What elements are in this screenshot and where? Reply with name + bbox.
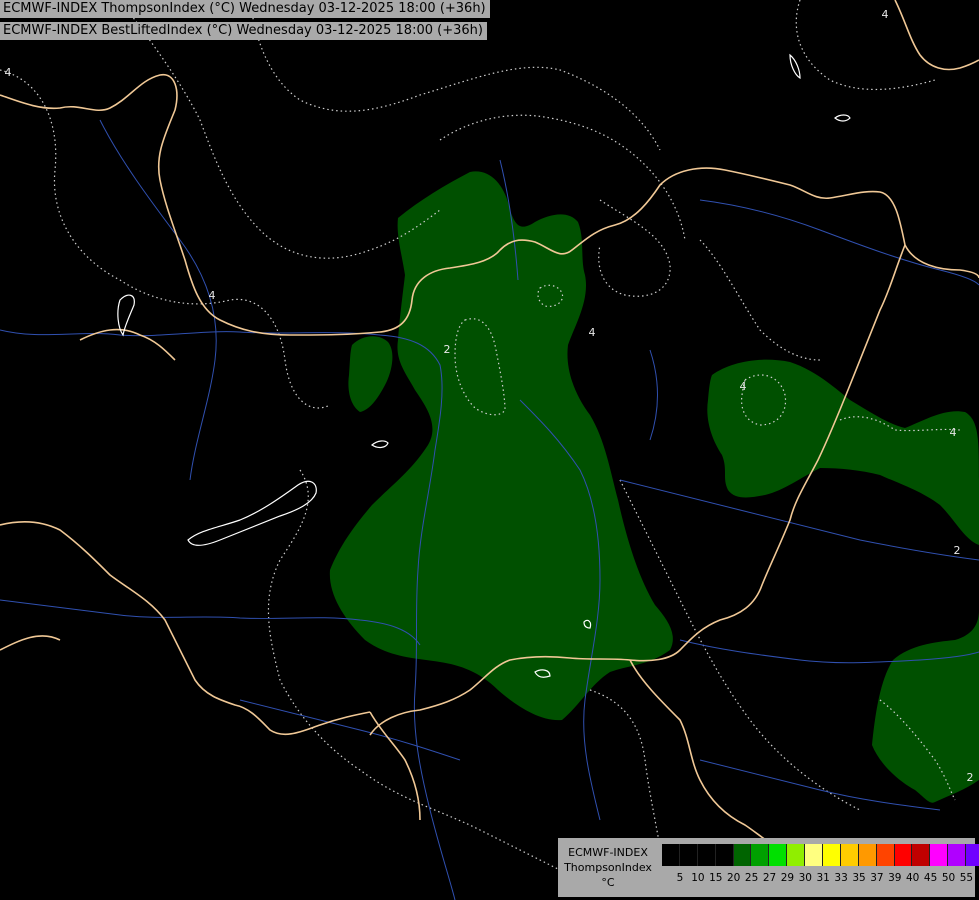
legend-swatch	[876, 844, 895, 866]
map-title-thompson: ECMWF-INDEX ThompsonIndex (°C) Wednesday…	[0, 0, 490, 18]
legend-model-label: ECMWF-INDEX	[568, 846, 648, 859]
legend-tick: 27	[762, 872, 777, 884]
legend-tick: 39	[888, 872, 902, 884]
lake-small-4	[834, 114, 851, 122]
legend-tick: 15	[709, 872, 723, 884]
legend-swatch	[912, 844, 931, 866]
lake-balaton	[187, 480, 317, 546]
legend-swatch	[805, 844, 824, 866]
legend-swatch	[840, 844, 859, 866]
legend-tick: 35	[852, 872, 866, 884]
legend-swatch	[948, 844, 967, 866]
contour-label: 4	[209, 289, 216, 302]
legend-swatch	[823, 844, 841, 866]
legend-tick: 30	[798, 872, 812, 884]
legend-unit-label: °C	[601, 876, 615, 889]
color-legend: ECMWF-INDEX ThompsonIndex °C 5 10 15 20 25 27…	[558, 838, 979, 897]
contour-label: 2	[967, 771, 974, 784]
legend-tick: 40	[906, 872, 920, 884]
map-title-bestlifted: ECMWF-INDEX BestLiftedIndex (°C) Wednesd…	[0, 22, 487, 40]
contour-label: 4	[5, 66, 12, 79]
legend-tick: 37	[870, 872, 884, 884]
legend-swatch	[751, 844, 770, 866]
legend-swatch	[894, 844, 913, 866]
contour-label: 4	[589, 326, 596, 339]
legend-tick: 55	[959, 872, 974, 884]
contour-label: 2	[954, 544, 961, 557]
lake-small-1	[370, 440, 389, 449]
contour-label: 4	[950, 426, 957, 439]
legend-tick: 45	[923, 872, 938, 884]
weather-map: 4 4 4 2 4 4 4 2 2 ECMWF-INDEX ThompsonIndex (°C)…	[0, 0, 979, 900]
contour-label: 4	[740, 380, 747, 393]
legend-tick: 25	[744, 872, 759, 884]
legend-swatch	[769, 844, 788, 866]
legend-swatch	[930, 844, 949, 866]
legend-tick: 10	[691, 872, 705, 884]
map-canvas: 4 4 4 2 4 4 4 2 2	[0, 0, 979, 900]
fill-region-central	[329, 171, 673, 721]
contour-label: 4	[882, 8, 889, 21]
contour-label: 2	[444, 343, 451, 356]
legend-tick: 33	[834, 872, 848, 884]
legend-tick: 20	[727, 872, 741, 884]
legend-swatch	[787, 844, 806, 866]
fill-region-west-blob	[348, 336, 393, 412]
legend-tick: 50	[941, 872, 956, 884]
lake-small-3	[789, 53, 801, 80]
legend-swatch	[715, 844, 734, 866]
legend-swatch	[858, 844, 877, 866]
legend-color-scale	[662, 844, 979, 866]
legend-swatch	[662, 844, 680, 866]
legend-swatch	[679, 844, 698, 866]
legend-index-label: ThompsonIndex	[564, 861, 652, 874]
legend-tick: 5	[676, 872, 684, 884]
lake-small-2	[117, 294, 135, 337]
legend-swatch	[966, 844, 979, 866]
legend-tick: 31	[816, 872, 830, 884]
legend-swatch	[733, 844, 752, 866]
legend-swatch	[697, 844, 716, 866]
fill-region-east	[707, 359, 979, 803]
legend-tick: 29	[780, 872, 795, 884]
